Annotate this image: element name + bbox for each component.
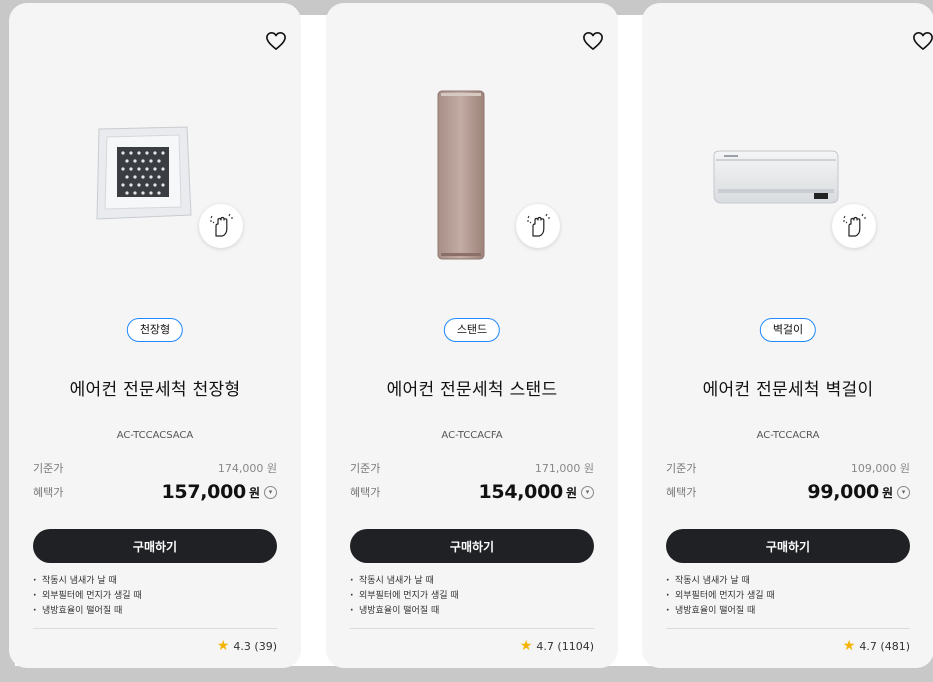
product-title[interactable]: 에어컨 전문세척 천장형 — [9, 375, 301, 400]
rating[interactable]: ★ 4.7 (481) — [843, 638, 910, 654]
wishlist-button[interactable] — [912, 31, 933, 51]
benefit-price: 99,000 원 ▾ — [807, 481, 910, 503]
cleaning-hand-icon — [843, 213, 866, 237]
currency-label: 원 — [565, 485, 577, 500]
note-item: 작동시 냄새가 날 때 — [350, 574, 594, 589]
currency-label: 원 — [881, 485, 893, 500]
cleaning-badge — [832, 204, 876, 248]
base-price-value: 174,000 원 — [217, 462, 277, 475]
stand-ac-image — [437, 90, 485, 260]
rating[interactable]: ★ 4.7 (1104) — [520, 638, 594, 654]
benefit-price-row: 혜택가 157,000 원 ▾ — [33, 481, 277, 503]
category-tag: 천장형 — [126, 318, 184, 342]
note-item: 외부필터에 먼지가 생길 때 — [33, 589, 277, 604]
note-item: 냉방효율이 떨어질 때 — [350, 604, 594, 619]
rating-value: 4.7 (481) — [859, 639, 910, 653]
category-tag: 벽걸이 — [759, 318, 817, 342]
currency-label: 원 — [248, 485, 260, 500]
heart-outline-icon — [583, 32, 603, 50]
benefit-price-value: 99,000 — [807, 481, 879, 503]
base-price-label: 기준가 — [666, 462, 697, 475]
rating-value: 4.3 (39) — [233, 639, 277, 653]
note-item: 냉방효율이 떨어질 때 — [33, 604, 277, 619]
chevron-down-circle-icon[interactable]: ▾ — [897, 485, 910, 499]
model-code: AC-TCCACSACA — [116, 430, 194, 441]
product-card-ceiling[interactable]: 천장형 에어컨 전문세척 천장형 AC-TCCACSACA 기준가 174,00… — [9, 3, 301, 668]
benefit-price-row: 혜택가 154,000 원 ▾ — [350, 481, 594, 503]
base-price-label: 기준가 — [33, 462, 64, 475]
wishlist-button[interactable] — [265, 31, 287, 51]
base-price-value: 109,000 원 — [850, 462, 910, 475]
benefit-price-label: 혜택가 — [33, 486, 64, 499]
heart-outline-icon — [266, 32, 286, 50]
benefit-price-value: 157,000 — [161, 481, 247, 503]
note-item: 냉방효율이 떨어질 때 — [666, 604, 910, 619]
rating[interactable]: ★ 4.3 (39) — [217, 638, 277, 654]
star-icon: ★ — [216, 638, 230, 654]
product-title[interactable]: 에어컨 전문세척 스탠드 — [326, 375, 618, 400]
note-item: 외부필터에 먼지가 생길 때 — [666, 589, 910, 604]
base-price-value: 171,000 원 — [534, 462, 594, 475]
category-tag: 스탠드 — [443, 318, 501, 342]
star-icon: ★ — [842, 638, 856, 654]
page-frame: 천장형 에어컨 전문세척 천장형 AC-TCCACSACA 기준가 174,00… — [0, 0, 933, 682]
divider — [33, 628, 277, 629]
buy-button[interactable]: 구매하기 — [350, 529, 594, 563]
star-icon: ★ — [519, 638, 533, 654]
notes-list: 작동시 냄새가 날 때 외부필터에 먼지가 생길 때 냉방효율이 떨어질 때 — [666, 574, 910, 619]
benefit-price-value: 154,000 — [478, 481, 564, 503]
note-item: 외부필터에 먼지가 생길 때 — [350, 589, 594, 604]
cleaning-badge — [199, 204, 243, 248]
ceiling-ac-image — [96, 126, 192, 220]
buy-button[interactable]: 구매하기 — [33, 529, 277, 563]
benefit-price-row: 혜택가 99,000 원 ▾ — [666, 481, 910, 503]
divider — [666, 628, 910, 629]
base-price-label: 기준가 — [350, 462, 381, 475]
buy-button[interactable]: 구매하기 — [666, 529, 910, 563]
chevron-down-circle-icon[interactable]: ▾ — [264, 485, 277, 499]
wishlist-button[interactable] — [582, 31, 604, 51]
product-title[interactable]: 에어컨 전문세척 벽걸이 — [642, 375, 933, 400]
chevron-down-circle-icon[interactable]: ▾ — [581, 485, 594, 499]
benefit-price: 154,000 원 ▾ — [478, 481, 594, 503]
product-card-stand[interactable]: 스탠드 에어컨 전문세척 스탠드 AC-TCCACFA 기준가 171,000 … — [326, 3, 618, 668]
cleaning-hand-icon — [210, 213, 233, 237]
model-code: AC-TCCACRA — [756, 430, 820, 441]
benefit-price-label: 혜택가 — [350, 486, 381, 499]
divider — [350, 628, 594, 629]
benefit-price-label: 혜택가 — [666, 486, 697, 499]
rating-value: 4.7 (1104) — [536, 639, 594, 653]
benefit-price: 157,000 원 ▾ — [161, 481, 277, 503]
notes-list: 작동시 냄새가 날 때 외부필터에 먼지가 생길 때 냉방효율이 떨어질 때 — [33, 574, 277, 619]
heart-outline-icon — [913, 32, 933, 50]
base-price-row: 기준가 109,000 원 — [666, 460, 910, 476]
cleaning-hand-icon — [527, 213, 550, 237]
product-card-wall[interactable]: 벽걸이 에어컨 전문세척 벽걸이 AC-TCCACRA 기준가 109,000 … — [642, 3, 933, 668]
base-price-row: 기준가 171,000 원 — [350, 460, 594, 476]
base-price-row: 기준가 174,000 원 — [33, 460, 277, 476]
model-code: AC-TCCACFA — [441, 430, 503, 441]
notes-list: 작동시 냄새가 날 때 외부필터에 먼지가 생길 때 냉방효율이 떨어질 때 — [350, 574, 594, 619]
cleaning-badge — [516, 204, 560, 248]
note-item: 작동시 냄새가 날 때 — [33, 574, 277, 589]
wall-ac-image — [713, 150, 839, 204]
note-item: 작동시 냄새가 날 때 — [666, 574, 910, 589]
